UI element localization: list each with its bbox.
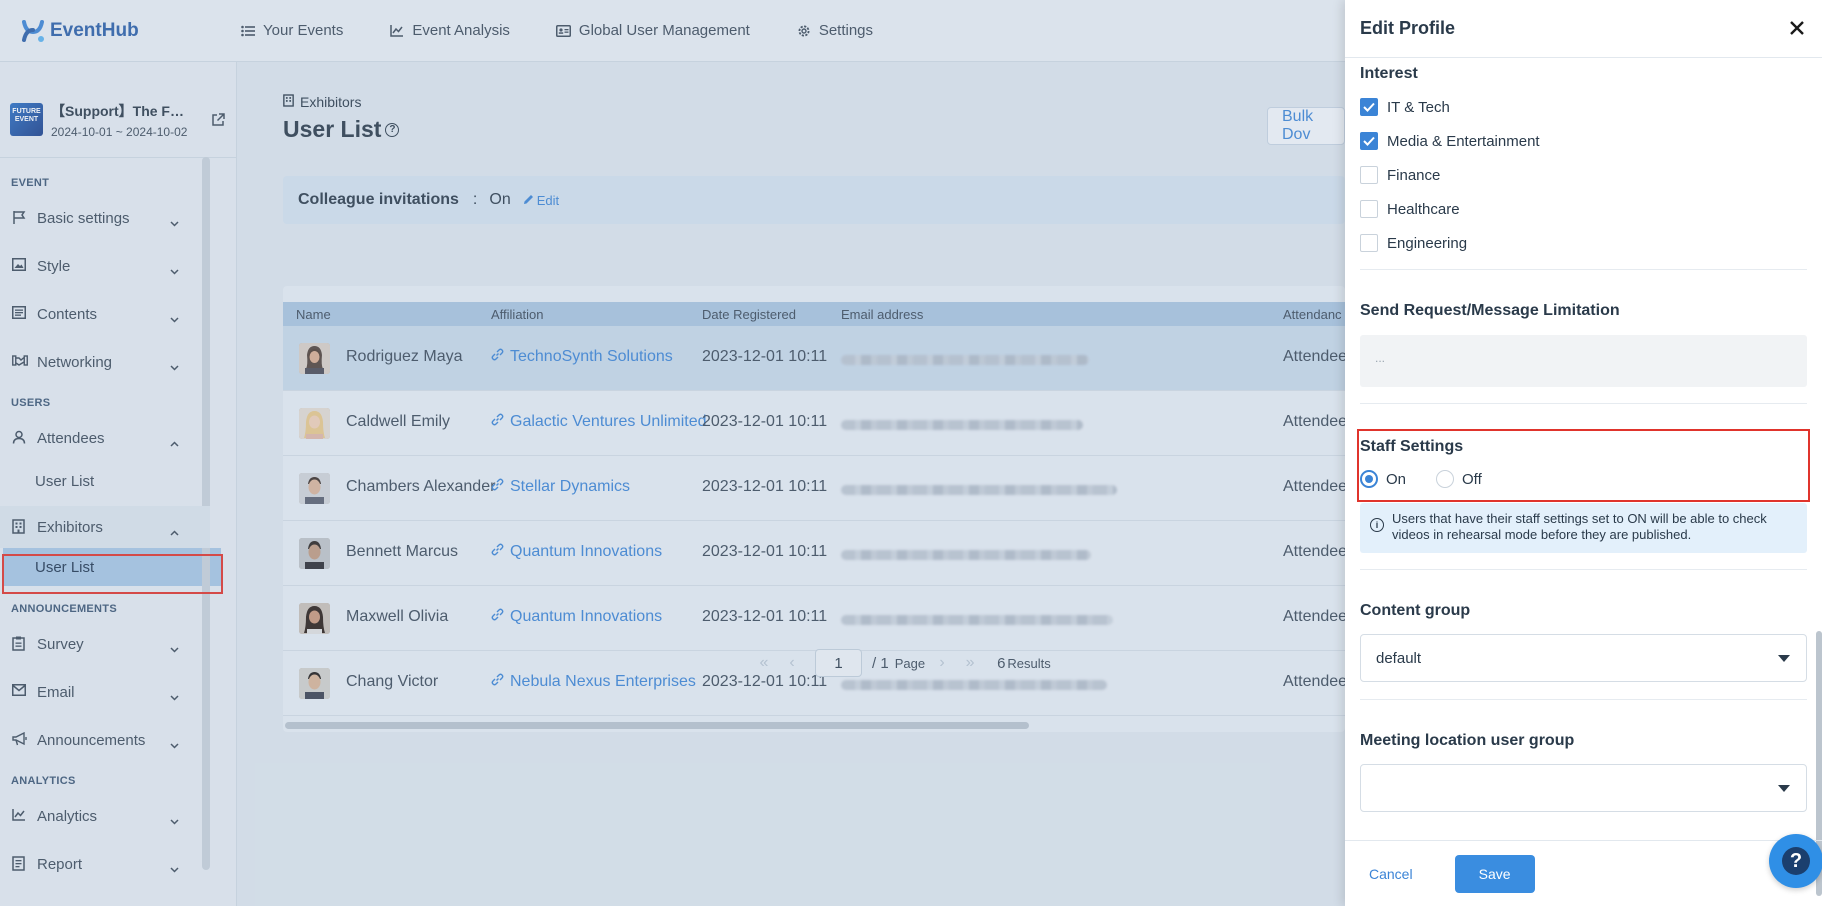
checkbox-label: Media & Entertainment <box>1387 132 1540 150</box>
close-icon[interactable] <box>1786 17 1808 39</box>
staff-info-text: Users that have their staff settings set… <box>1392 511 1767 542</box>
radio-label: On <box>1386 470 1407 488</box>
checkbox-interest-it-tech[interactable]: IT & Tech <box>1360 98 1450 116</box>
content-group-title: Content group <box>1360 602 1471 619</box>
info-icon: i <box>1370 518 1384 532</box>
divider <box>1360 269 1807 270</box>
drawer-body: Interest IT & Tech Media & Entertainment… <box>1345 58 1822 896</box>
staff-settings-title: Staff Settings <box>1360 438 1464 455</box>
checkbox-checked[interactable] <box>1360 132 1378 150</box>
checkbox-label: Finance <box>1387 166 1441 184</box>
interest-title: Interest <box>1360 65 1418 82</box>
caret-down-icon <box>1778 785 1790 792</box>
meeting-group-select[interactable] <box>1360 764 1807 812</box>
checkbox-checked[interactable] <box>1360 98 1378 116</box>
staff-info-box: i Users that have their staff settings s… <box>1360 503 1807 553</box>
checkbox-label: Engineering <box>1387 234 1468 252</box>
limit-title: Send Request/Message Limitation <box>1360 302 1620 319</box>
checkbox-unchecked[interactable] <box>1360 166 1378 184</box>
checkbox-unchecked[interactable] <box>1360 234 1378 252</box>
checkbox-label: IT & Tech <box>1387 98 1450 116</box>
radio-staff-on[interactable]: On <box>1360 470 1406 488</box>
checkbox-interest-healthcare[interactable]: Healthcare <box>1360 200 1460 218</box>
radio-unselected[interactable] <box>1436 470 1454 488</box>
radio-staff-off[interactable]: Off <box>1436 470 1482 488</box>
divider <box>1360 699 1807 700</box>
select-value: default <box>1376 649 1422 667</box>
edit-profile-drawer: Edit Profile Interest IT & Tech Media & … <box>1345 0 1822 906</box>
drawer-footer: Cancel Save <box>1345 840 1822 906</box>
checkbox-unchecked[interactable] <box>1360 200 1378 218</box>
checkbox-label: Healthcare <box>1387 200 1460 218</box>
content-group-select[interactable]: default <box>1360 634 1807 682</box>
drawer-title: Edit Profile <box>1360 18 1456 38</box>
checkbox-interest-engineering[interactable]: Engineering <box>1360 234 1467 252</box>
checkbox-interest-media[interactable]: Media & Entertainment <box>1360 132 1540 150</box>
caret-down-icon <box>1778 655 1790 662</box>
drawer-header: Edit Profile <box>1345 0 1822 58</box>
radio-label: Off <box>1462 470 1482 488</box>
checkbox-interest-finance[interactable]: Finance <box>1360 166 1440 184</box>
meeting-group-title: Meeting location user group <box>1360 732 1575 749</box>
limit-input[interactable]: ... <box>1360 335 1807 387</box>
cancel-button[interactable]: Cancel <box>1369 866 1413 882</box>
radio-selected[interactable] <box>1360 470 1378 488</box>
divider <box>1360 569 1807 570</box>
question-mark-icon: ? <box>1782 847 1810 875</box>
save-button[interactable]: Save <box>1454 854 1535 893</box>
divider <box>1360 403 1807 404</box>
help-chat-button[interactable]: ? <box>1769 834 1822 888</box>
